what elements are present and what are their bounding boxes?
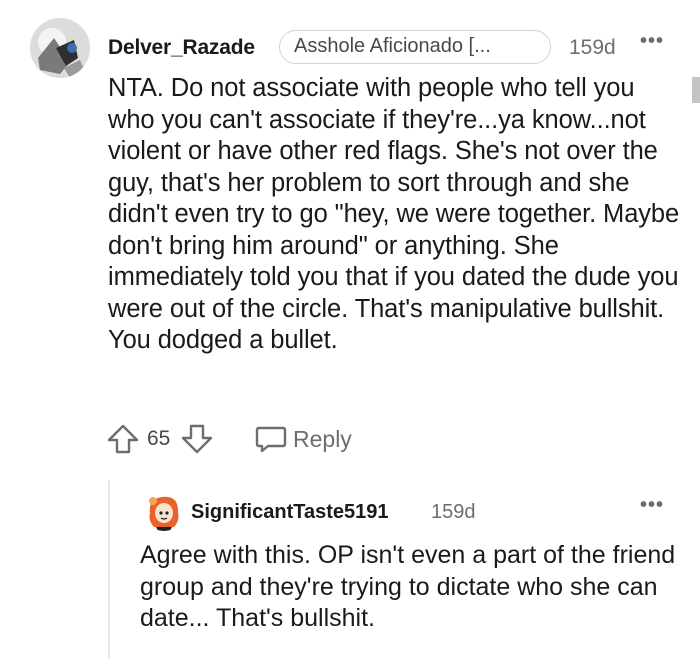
comment-thread: Delver_Razade Asshole Aficionado [... 15…	[0, 0, 700, 659]
reply-age: 159d	[431, 501, 476, 523]
comment-body: NTA. Do not associate with people who te…	[108, 74, 680, 354]
reply-button[interactable]: Reply	[293, 426, 352, 453]
more-options-icon[interactable]: •••	[640, 30, 664, 53]
speech-bubble-icon[interactable]	[254, 423, 288, 455]
reply-username[interactable]: SignificantTaste5191	[191, 501, 388, 524]
vote-score: 65	[147, 427, 171, 450]
user-avatar[interactable]	[30, 18, 90, 78]
comment-age: 159d	[569, 36, 616, 59]
scrollbar-thumb[interactable]	[692, 77, 700, 103]
reply-user-avatar[interactable]	[144, 491, 184, 531]
thread-line[interactable]	[108, 480, 110, 659]
downvote-arrow-icon[interactable]	[180, 423, 214, 455]
user-flair: Asshole Aficionado [...	[279, 30, 551, 64]
reply-body: Agree with this. OP isn't even a part of…	[140, 541, 676, 632]
username[interactable]: Delver_Razade	[108, 36, 255, 60]
reply-more-options-icon[interactable]: •••	[640, 494, 664, 517]
upvote-arrow-icon[interactable]	[106, 423, 140, 455]
